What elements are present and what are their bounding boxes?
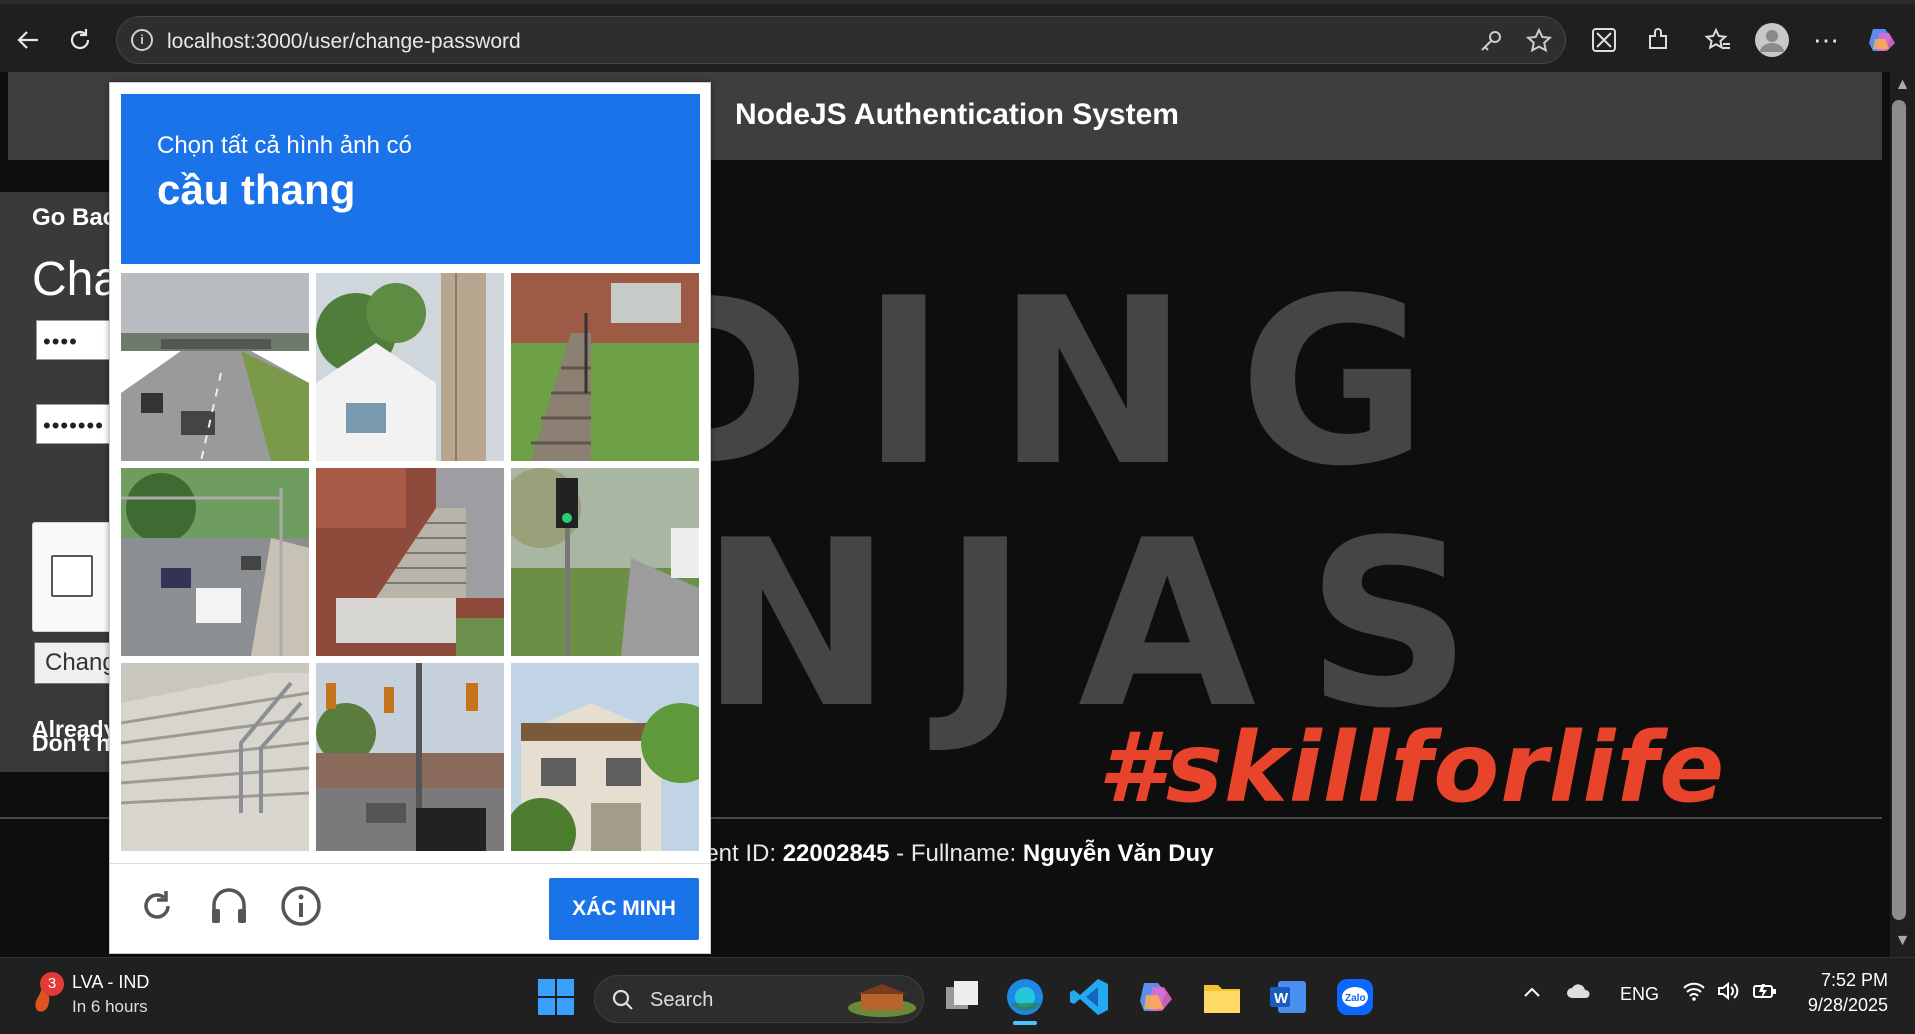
tools-icon[interactable] bbox=[1584, 20, 1624, 60]
clock-time: 7:52 PM bbox=[1820, 970, 1888, 990]
windows-taskbar: 3 LVA - IND In 6 hours Search W Zalo ENG… bbox=[0, 957, 1915, 1034]
vscode-icon[interactable] bbox=[1068, 975, 1112, 1019]
active-indicator bbox=[1013, 1021, 1037, 1025]
scroll-thumb[interactable] bbox=[1892, 100, 1906, 920]
browser-toolbar: i localhost:3000/user/change-password ⋯ bbox=[0, 0, 1915, 72]
search-icon bbox=[612, 989, 633, 1010]
start-windows-icon[interactable] bbox=[534, 975, 578, 1019]
student-id: 22002845 bbox=[782, 840, 890, 867]
back-icon[interactable] bbox=[8, 20, 48, 60]
captcha-tile-house-pole[interactable] bbox=[316, 273, 504, 461]
edge-browser-icon[interactable] bbox=[1003, 975, 1047, 1025]
task-view-icon[interactable] bbox=[940, 975, 984, 1019]
svg-text:Zalo: Zalo bbox=[1345, 993, 1366, 1004]
zalo-icon[interactable]: Zalo bbox=[1333, 975, 1377, 1019]
search-label: Search bbox=[650, 989, 714, 1011]
battery-icon[interactable] bbox=[1752, 980, 1778, 1007]
captcha-tile-street-traffic[interactable] bbox=[316, 663, 504, 851]
copilot-icon[interactable] bbox=[1862, 20, 1902, 60]
show-hidden-icons[interactable] bbox=[1522, 982, 1542, 1007]
weather-title: LVA - IND bbox=[72, 972, 150, 992]
refresh-icon[interactable] bbox=[60, 20, 100, 60]
footer-mid: - Fullname: bbox=[889, 840, 1023, 867]
wifi-icon[interactable] bbox=[1682, 980, 1706, 1007]
recaptcha-checkbox[interactable] bbox=[51, 555, 93, 597]
screen: i localhost:3000/user/change-password ⋯ bbox=[0, 0, 1915, 1034]
captcha-footer-divider bbox=[110, 863, 710, 864]
word-icon[interactable]: W bbox=[1266, 975, 1310, 1019]
captcha-prompt: Chọn tất cả hình ảnh có bbox=[157, 132, 412, 159]
onedrive-cloud-icon[interactable] bbox=[1566, 980, 1592, 1007]
favorites-icon[interactable] bbox=[1698, 20, 1738, 60]
captcha-tile-brick-stairs[interactable] bbox=[316, 468, 504, 656]
clock[interactable]: 7:52 PM 9/28/2025 bbox=[1800, 970, 1888, 1016]
verify-button[interactable]: XÁC MINH bbox=[549, 878, 699, 940]
hero-text-line1: DING bbox=[620, 250, 1478, 517]
captcha-tile-highway[interactable] bbox=[121, 273, 309, 461]
weather-widget[interactable]: 3 LVA - IND In 6 hours bbox=[0, 958, 170, 1034]
weather-text: LVA - IND In 6 hours bbox=[72, 972, 149, 1017]
captcha-tile-stairs-lawn[interactable] bbox=[511, 273, 699, 461]
captcha-tile-road-cars[interactable] bbox=[121, 468, 309, 656]
url-text: localhost:3000/user/change-password bbox=[167, 30, 521, 53]
address-bar[interactable]: i localhost:3000/user/change-password bbox=[116, 16, 1566, 64]
profile-avatar-icon[interactable] bbox=[1752, 20, 1792, 60]
captcha-challenge-popup: Chọn tất cả hình ảnh có cầu thang XÁC MI… bbox=[109, 82, 711, 954]
captcha-tile-concrete-stairs[interactable] bbox=[121, 663, 309, 851]
scroll-up-icon[interactable]: ▲ bbox=[1890, 76, 1915, 96]
clock-date: 9/28/2025 bbox=[1807, 995, 1888, 1015]
captcha-tile-house-trees[interactable] bbox=[511, 663, 699, 851]
search-highlight-icon bbox=[848, 984, 916, 1017]
svg-text:W: W bbox=[1274, 990, 1289, 1007]
extensions-icon[interactable] bbox=[1638, 20, 1678, 60]
volume-icon[interactable] bbox=[1716, 980, 1740, 1007]
reload-challenge-icon[interactable] bbox=[134, 883, 180, 929]
site-info-icon[interactable]: i bbox=[131, 29, 153, 51]
captcha-tile-traffic-light[interactable] bbox=[511, 468, 699, 656]
tagline: #skillforlife bbox=[1098, 712, 1726, 824]
footer-text: lent ID: 22002845 - Fullname: Nguyễn Văn… bbox=[700, 840, 1214, 868]
favorite-star-icon[interactable] bbox=[1525, 27, 1553, 55]
weather-subtitle: In 6 hours bbox=[72, 997, 148, 1016]
site-title: NodeJS Authentication System bbox=[735, 98, 1179, 131]
notification-badge: 3 bbox=[40, 972, 64, 996]
audio-challenge-icon[interactable] bbox=[206, 883, 252, 929]
more-menu-icon[interactable]: ⋯ bbox=[1806, 20, 1846, 60]
footer-prefix: lent ID: bbox=[700, 840, 783, 867]
info-help-icon[interactable] bbox=[278, 883, 324, 929]
taskbar-search[interactable]: Search bbox=[594, 975, 924, 1023]
copilot-taskbar-icon[interactable] bbox=[1134, 975, 1178, 1019]
file-explorer-icon[interactable] bbox=[1200, 975, 1244, 1019]
captcha-target: cầu thang bbox=[157, 166, 356, 213]
password-key-icon[interactable] bbox=[1477, 27, 1505, 55]
scroll-down-icon[interactable]: ▼ bbox=[1890, 932, 1915, 952]
captcha-header: Chọn tất cả hình ảnh có cầu thang bbox=[121, 94, 700, 264]
fullname: Nguyễn Văn Duy bbox=[1022, 840, 1214, 867]
language-indicator[interactable]: ENG bbox=[1620, 984, 1659, 1005]
